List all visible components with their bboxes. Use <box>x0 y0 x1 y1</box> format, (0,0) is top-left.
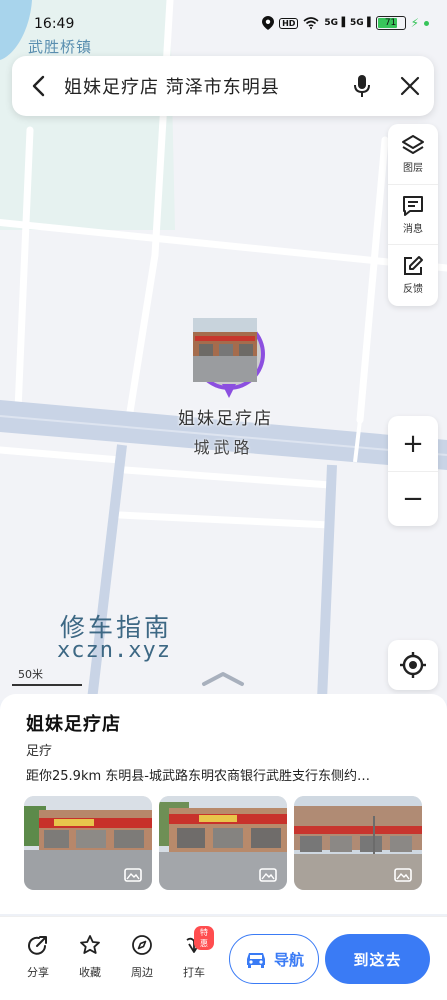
signal-1-label: 5G <box>324 18 339 28</box>
feedback-button[interactable]: 反馈 <box>388 244 438 304</box>
map-poi-name[interactable]: 姐妹足疗店 <box>0 404 447 429</box>
poi-category: 足疗 <box>26 744 53 759</box>
nearby-label: 周边 <box>131 966 153 979</box>
marker-pointer <box>222 384 236 398</box>
poi-title: 姐妹足疗店 <box>26 714 121 735</box>
poi-photo[interactable] <box>159 796 287 890</box>
battery-level: 71 <box>384 18 397 28</box>
voice-search-button[interactable] <box>338 56 386 116</box>
scale-bar <box>12 684 82 686</box>
search-bar[interactable]: 姐妹足疗店 菏泽市东明县 <box>12 56 434 116</box>
marker-photo <box>193 318 261 386</box>
poi-photos <box>24 796 424 890</box>
poi-marker[interactable] <box>193 318 265 390</box>
signal-1-icon: 5G▐ <box>324 18 345 28</box>
feedback-label: 反馈 <box>403 283 423 295</box>
layers-icon <box>402 135 424 154</box>
layers-button[interactable]: 图层 <box>388 124 438 184</box>
share-icon <box>28 936 47 955</box>
taxi-badge: 特惠 <box>194 926 214 950</box>
status-time: 16:49 <box>34 16 75 32</box>
navigate-label: 导航 <box>273 950 304 969</box>
map-toolbar: 图层 消息 反馈 <box>388 124 438 306</box>
go-here-button[interactable]: 到这去 <box>325 934 430 984</box>
poi-photo[interactable] <box>24 796 152 890</box>
back-button[interactable] <box>12 56 64 116</box>
hd-badge: HD <box>279 17 299 29</box>
messages-label: 消息 <box>403 223 423 235</box>
place-label: 武胜桥镇 <box>28 38 93 56</box>
map-road-name: 城武路 <box>193 438 254 457</box>
close-icon <box>400 76 420 96</box>
location-icon <box>262 16 275 30</box>
navigate-button[interactable]: 导航 <box>229 934 319 984</box>
compass-icon <box>132 935 152 955</box>
messages-button[interactable]: 消息 <box>388 184 438 244</box>
favorite-button[interactable]: 收藏 <box>70 934 110 980</box>
sheet-expand-handle[interactable] <box>200 670 246 688</box>
share-button[interactable]: 分享 <box>18 934 58 980</box>
taxi-label: 打车 <box>183 966 205 979</box>
signal-2-icon: 5G▐ <box>349 18 371 28</box>
layers-label: 图层 <box>403 163 423 174</box>
image-icon <box>394 868 412 882</box>
search-input[interactable]: 姐妹足疗店 菏泽市东明县 <box>64 73 338 99</box>
zoom-controls: + − <box>388 416 438 526</box>
nearby-button[interactable]: 周边 <box>122 934 162 980</box>
share-label: 分享 <box>27 966 49 979</box>
microphone-icon <box>354 75 370 97</box>
status-dot <box>424 20 429 26</box>
signal-2-label: 5G <box>349 18 364 28</box>
status-bar: 16:49 HD 5G▐ 5G▐ 71 ⚡ <box>0 0 447 34</box>
crosshair-icon <box>400 652 426 678</box>
edit-icon <box>404 255 423 275</box>
wifi-icon <box>303 17 319 29</box>
star-icon <box>80 935 100 954</box>
message-icon <box>403 195 423 216</box>
locate-me-button[interactable] <box>388 640 438 690</box>
charging-icon: ⚡ <box>410 16 419 30</box>
poi-distance-address[interactable]: 距你25.9km 东明县-城武路东明农商银行武胜支行东侧约… <box>26 765 426 784</box>
image-icon <box>124 868 142 882</box>
status-icons: HD 5G▐ 5G▐ 71 ⚡ <box>262 16 429 30</box>
poi-photo[interactable] <box>294 796 422 890</box>
favorite-label: 收藏 <box>79 966 101 979</box>
battery-icon: 71 <box>375 16 406 30</box>
car-icon <box>246 953 265 968</box>
chevron-left-icon <box>32 75 45 97</box>
clear-search-button[interactable] <box>386 56 434 116</box>
taxi-button[interactable]: 特惠 打车 <box>174 926 214 980</box>
watermark-url: xczn.xyz <box>57 638 171 663</box>
zoom-out-button[interactable]: − <box>388 471 438 526</box>
zoom-in-button[interactable]: + <box>388 416 438 471</box>
image-icon <box>259 868 277 882</box>
scale-label: 50米 <box>18 668 43 681</box>
